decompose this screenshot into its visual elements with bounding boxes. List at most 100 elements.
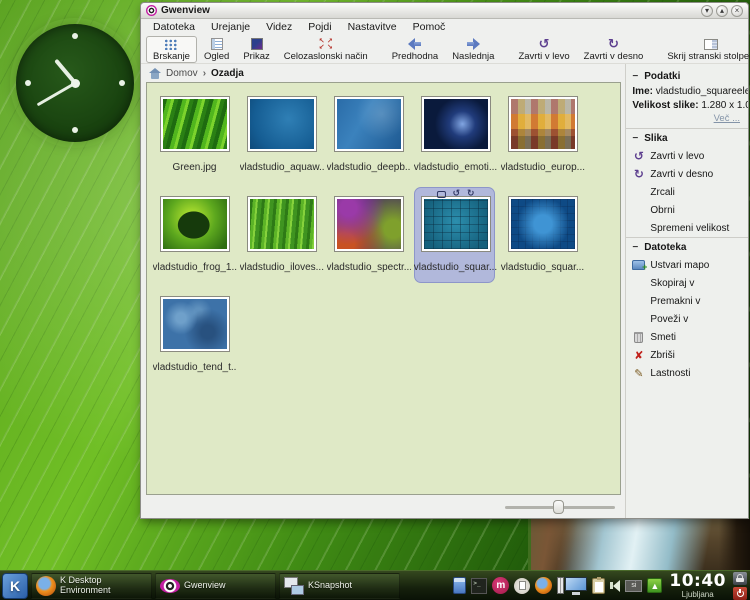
clipboard-tray-icon[interactable] <box>592 578 605 594</box>
action-label: Zrcali <box>650 187 674 198</box>
thumbnail-item[interactable]: vladstudio_spectr... <box>325 191 412 291</box>
keyboard-layout-indicator[interactable]: si <box>625 580 642 592</box>
thumbnail-item[interactable]: vladstudio_squar... <box>499 191 586 291</box>
action-flip[interactable]: Obrni <box>626 201 748 219</box>
slider-handle[interactable] <box>553 500 564 514</box>
updates-tray-icon[interactable]: ▲ <box>647 578 662 593</box>
action-new-folder[interactable]: + Ustvari mapo <box>626 256 748 274</box>
thumbnail-item-selected[interactable]: ↺ ↻ vladstudio_squar... <box>412 191 499 291</box>
view-document-icon <box>211 38 223 50</box>
minimize-button[interactable]: ▾ <box>701 5 713 17</box>
rotate-left-button[interactable]: ↺ Zavrti v levo <box>511 36 576 63</box>
browse-button[interactable]: Brskanje <box>146 36 197 63</box>
thumbnail-item[interactable]: vladstudio_deepb... <box>325 91 412 191</box>
amarok-tray-icon[interactable]: m <box>492 577 509 594</box>
taskbar-task-gwenview[interactable]: Gwenview <box>155 573 276 599</box>
collapse-icon[interactable]: − <box>632 71 638 82</box>
rotate-right-button[interactable]: ↻ Zavrti v desno <box>577 36 651 63</box>
clock-tick-6 <box>72 127 78 133</box>
thumbnail-item[interactable]: vladstudio_frog_1... <box>151 191 238 291</box>
document-tray-icon[interactable] <box>514 578 530 594</box>
action-label: Zbriši <box>650 350 674 361</box>
monitor-icon <box>565 577 587 595</box>
thumbnail-image <box>163 99 227 149</box>
home-icon[interactable] <box>149 68 161 79</box>
task-label: Gwenview <box>184 581 226 590</box>
firefox-icon <box>36 576 56 596</box>
action-properties[interactable]: ✎ Lastnosti <box>626 364 748 382</box>
next-button[interactable]: Naslednja <box>445 36 501 63</box>
maximize-button[interactable]: ▴ <box>716 5 728 17</box>
thumbnail-image <box>250 99 314 149</box>
previous-button[interactable]: Predhodna <box>385 36 445 63</box>
terminal-tray-icon[interactable]: >_ <box>471 578 487 594</box>
action-rotate-left[interactable]: ↺ Zavrti v levo <box>626 147 748 165</box>
system-tray: >_ m si ▲ <box>453 577 662 595</box>
name-value: vladstudio_squareelephantw <box>656 86 748 97</box>
taskbar-clock[interactable]: 10:40 Ljubljana <box>669 573 726 599</box>
size-value: 1.280 x 1.024 (1. <box>701 100 748 111</box>
breadcrumb-current[interactable]: Ozadja <box>211 68 244 79</box>
view-button[interactable]: Ogled <box>197 36 236 63</box>
rotate-left-icon: ↺ <box>539 38 550 51</box>
action-resize[interactable]: Spremeni velikost <box>626 219 748 237</box>
view-label: Ogled <box>204 51 229 62</box>
thumbnail-item[interactable]: vladstudio_aquaw... <box>238 91 325 191</box>
thumbnail-item[interactable]: Green.jpg <box>151 91 238 191</box>
show-button[interactable]: Prikaz <box>236 36 276 63</box>
lock-screen-button[interactable] <box>733 572 747 585</box>
menu-pomoc[interactable]: Pomoč <box>405 21 454 33</box>
section-header-datoteka[interactable]: − Datoteka <box>626 238 748 256</box>
kmenu-button[interactable]: K <box>2 573 28 599</box>
next-label: Naslednja <box>452 51 494 62</box>
notes-tray-icon[interactable] <box>453 577 466 594</box>
fullscreen-label: Celozaslonski način <box>284 51 368 62</box>
window-titlebar[interactable]: Gwenview ▾ ▴ × <box>141 3 748 19</box>
action-move-to[interactable]: Premakni v <box>626 292 748 310</box>
display-pager-icon[interactable] <box>557 577 587 595</box>
session-buttons <box>733 572 747 600</box>
action-link-to[interactable]: Poveži v <box>626 310 748 328</box>
hide-sidebar-label: Skrij stranski stolpec <box>667 51 750 62</box>
breadcrumb-home[interactable]: Domov <box>166 68 198 79</box>
fullscreen-icon[interactable] <box>436 191 445 198</box>
more-link[interactable]: Več ... <box>626 113 748 128</box>
thumbnail-item[interactable]: vladstudio_iloves... <box>238 191 325 291</box>
collapse-icon[interactable]: − <box>632 133 638 144</box>
taskbar-task-ksnapshot[interactable]: KSnapshot <box>279 573 400 599</box>
action-copy-to[interactable]: Skopiraj v <box>626 274 748 292</box>
action-delete[interactable]: ✘ Zbriši <box>626 346 748 364</box>
menu-urejanje[interactable]: Urejanje <box>203 21 258 33</box>
section-header-slika[interactable]: − Slika <box>626 129 748 147</box>
section-header-podatki[interactable]: − Podatki <box>626 67 748 85</box>
thumbnail-item[interactable]: vladstudio_emoti... <box>412 91 499 191</box>
volume-tray-icon[interactable] <box>610 580 620 592</box>
action-trash[interactable]: Smeti <box>626 328 748 346</box>
sidebar: − Podatki Ime: vladstudio_squareelephant… <box>625 64 748 518</box>
action-mirror[interactable]: Zrcali <box>626 183 748 201</box>
menu-datoteka[interactable]: Datoteka <box>145 21 203 33</box>
menu-nastavitve[interactable]: Nastavitve <box>340 21 405 33</box>
action-rotate-right[interactable]: ↻ Zavrti v desno <box>626 165 748 183</box>
menu-pojdi[interactable]: Pojdi <box>300 21 339 33</box>
close-button[interactable]: × <box>731 5 743 17</box>
thumbnail-item[interactable]: vladstudio_europ... <box>499 91 586 191</box>
firefox-tray-icon[interactable] <box>535 577 552 594</box>
clock-minute-hand <box>36 82 76 107</box>
menu-videz[interactable]: Videz <box>258 21 300 33</box>
taskbar: K K Desktop Environment Gwenview KSnapsh… <box>0 570 750 600</box>
rotate-right-icon[interactable]: ↻ <box>467 190 475 199</box>
fullscreen-button[interactable]: ↖↗↙↘ Celozaslonski način <box>277 36 375 63</box>
thumbnail-image <box>250 199 314 249</box>
rotate-left-icon[interactable]: ↺ <box>452 190 460 199</box>
collapse-icon[interactable]: − <box>632 242 638 253</box>
main-area: Domov › Ozadja Green.jpg vladstudio_aqua… <box>141 64 748 518</box>
sidebar-section-slika: − Slika ↺ Zavrti v levo ↻ Zavrti v desno… <box>626 128 748 237</box>
taskbar-task-firefox[interactable]: K Desktop Environment <box>31 573 152 599</box>
browse-grid-icon <box>164 39 178 50</box>
thumbnail-item[interactable]: vladstudio_tend_t... <box>151 291 238 391</box>
properties-icon: ✎ <box>634 368 643 379</box>
logout-button[interactable] <box>733 587 747 600</box>
thumbnail-size-slider[interactable] <box>505 500 615 514</box>
hide-sidebar-button[interactable]: Skrij stranski stolpec <box>660 36 750 63</box>
